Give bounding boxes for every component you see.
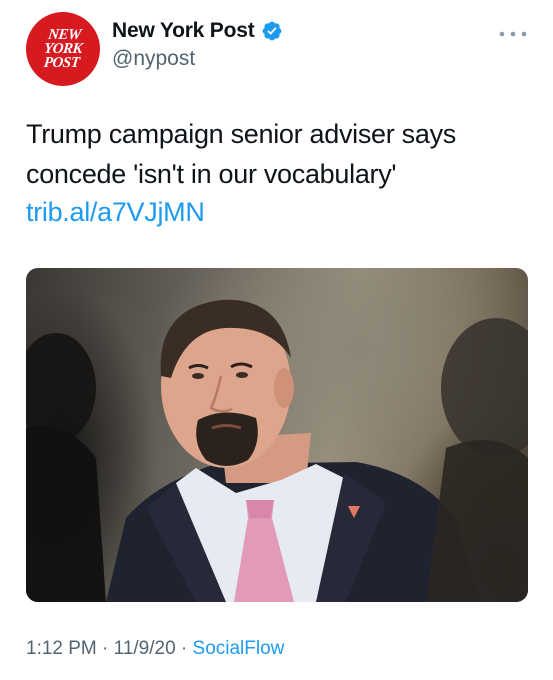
name-row: New York Post: [112, 19, 283, 43]
tweet-meta: 1:12 PM · 11/9/20 · SocialFlow: [26, 638, 284, 660]
tweet-photo[interactable]: [26, 268, 528, 602]
verified-badge-icon: [261, 20, 283, 42]
tweet-time[interactable]: 1:12 PM: [26, 638, 97, 659]
tweet-card: NEW YORK POST New York Post @nypost Trum…: [0, 0, 553, 680]
separator: ·: [175, 638, 193, 659]
separator: ·: [96, 638, 114, 659]
avatar-logo-line: NEW: [47, 27, 82, 43]
more-options-icon[interactable]: [493, 24, 533, 44]
avatar[interactable]: NEW YORK POST: [26, 12, 100, 86]
man-in-suit-illustration: [26, 299, 528, 602]
display-name[interactable]: New York Post: [112, 19, 255, 43]
tweet-link[interactable]: trib.al/a7VJjMN: [26, 197, 205, 228]
avatar-logo: NEW YORK POST: [42, 27, 84, 71]
tweet-source[interactable]: SocialFlow: [193, 638, 285, 659]
handle[interactable]: @nypost: [112, 47, 195, 71]
avatar-logo-line: YORK: [43, 41, 83, 57]
avatar-logo-line: POST: [42, 55, 81, 71]
tweet-text: Trump campaign senior adviser says conce…: [26, 119, 456, 189]
tweet-date[interactable]: 11/9/20: [114, 638, 176, 659]
